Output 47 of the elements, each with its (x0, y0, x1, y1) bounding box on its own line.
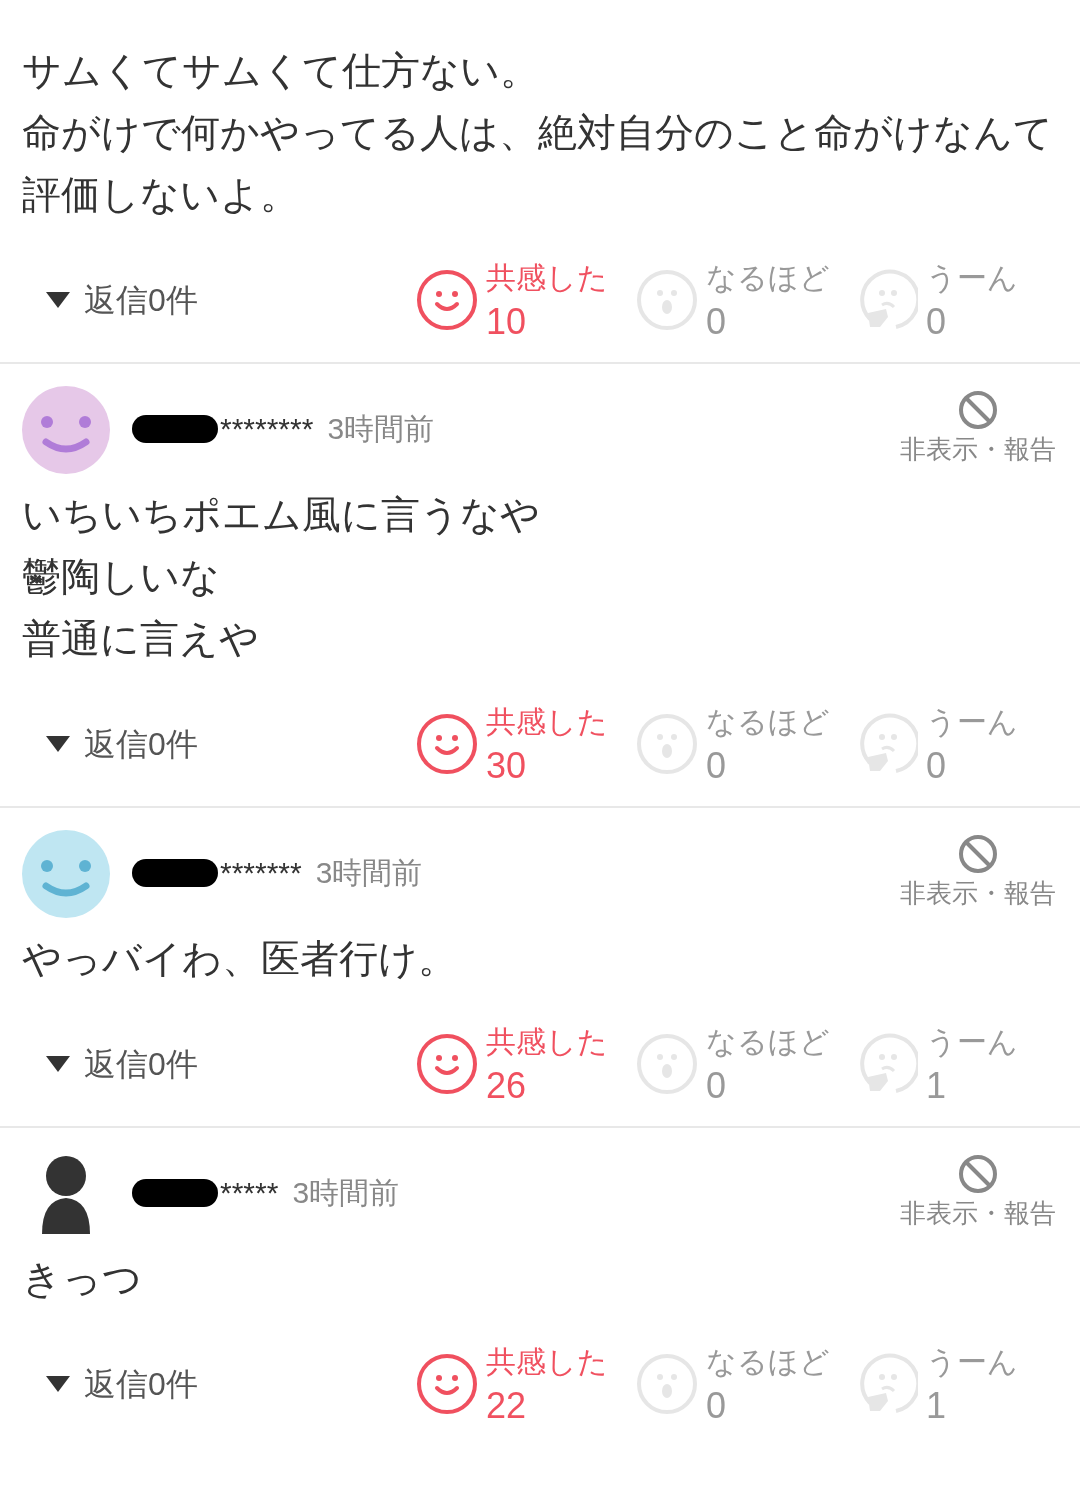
surprised-face-icon (636, 269, 698, 331)
hide-report-button[interactable]: 非表示・報告 (900, 390, 1056, 469)
prohibited-icon (958, 1154, 998, 1194)
reaction-button[interactable]: 共感した 22 (416, 1340, 618, 1428)
timestamp: 3時間前 (292, 1175, 400, 1211)
reaction-button[interactable]: うーん 0 (856, 256, 1058, 344)
timestamp: 3時間前 (315, 855, 423, 891)
username: ******* (220, 855, 302, 891)
replies-toggle[interactable]: 返信0件 (46, 1040, 198, 1088)
comment-text: 普通に言えや (22, 616, 260, 662)
caret-icon (46, 736, 70, 752)
smile-icon (416, 713, 478, 775)
comment-text: サムくてサムくて仕方ない。 (22, 48, 540, 94)
surprised-face-icon (636, 713, 698, 775)
reaction-button[interactable]: なるほど 0 (636, 1340, 838, 1428)
reaction-button[interactable]: 共感した 30 (416, 700, 618, 788)
reaction-button[interactable]: うーん 1 (856, 1340, 1058, 1428)
reaction-button[interactable]: 共感した 26 (416, 1020, 618, 1108)
username: ***** (220, 1175, 279, 1211)
reaction-button[interactable]: なるほど 0 (636, 1020, 838, 1108)
smile-icon (416, 1353, 478, 1415)
caret-icon (46, 292, 70, 308)
comment-text: 鬱陶しいな (22, 554, 221, 600)
caret-icon (46, 1376, 70, 1392)
username: ******** (220, 411, 314, 447)
caret-icon (46, 1056, 70, 1072)
comment-text: 命がけで何かやってる人は、絶対自分のこと命がけなんて評価しないよ。 (22, 110, 1054, 218)
reaction-button[interactable]: 共感した 10 (416, 256, 618, 344)
prohibited-icon (958, 390, 998, 430)
comment-text: いちいちポエム風に言うなや (22, 492, 541, 538)
replies-toggle[interactable]: 返信0件 (46, 720, 198, 768)
timestamp: 3時間前 (327, 411, 435, 447)
reaction-button[interactable]: なるほど 0 (636, 256, 838, 344)
smile-icon (416, 1033, 478, 1095)
replies-toggle[interactable]: 返信0件 (46, 1360, 198, 1408)
smile-icon (416, 269, 478, 331)
comment-text: きっつ (22, 1256, 143, 1302)
reaction-button[interactable]: うーん 0 (856, 700, 1058, 788)
reaction-button[interactable]: うーん 1 (856, 1020, 1058, 1108)
prohibited-icon (958, 834, 998, 874)
surprised-face-icon (636, 1033, 698, 1095)
comment-text: やっバイわ、医者行け。 (22, 936, 458, 982)
hide-report-button[interactable]: 非表示・報告 (900, 1154, 1056, 1233)
reaction-button[interactable]: なるほど 0 (636, 700, 838, 788)
replies-toggle[interactable]: 返信0件 (46, 276, 198, 324)
surprised-face-icon (636, 1353, 698, 1415)
hide-report-button[interactable]: 非表示・報告 (900, 834, 1056, 913)
